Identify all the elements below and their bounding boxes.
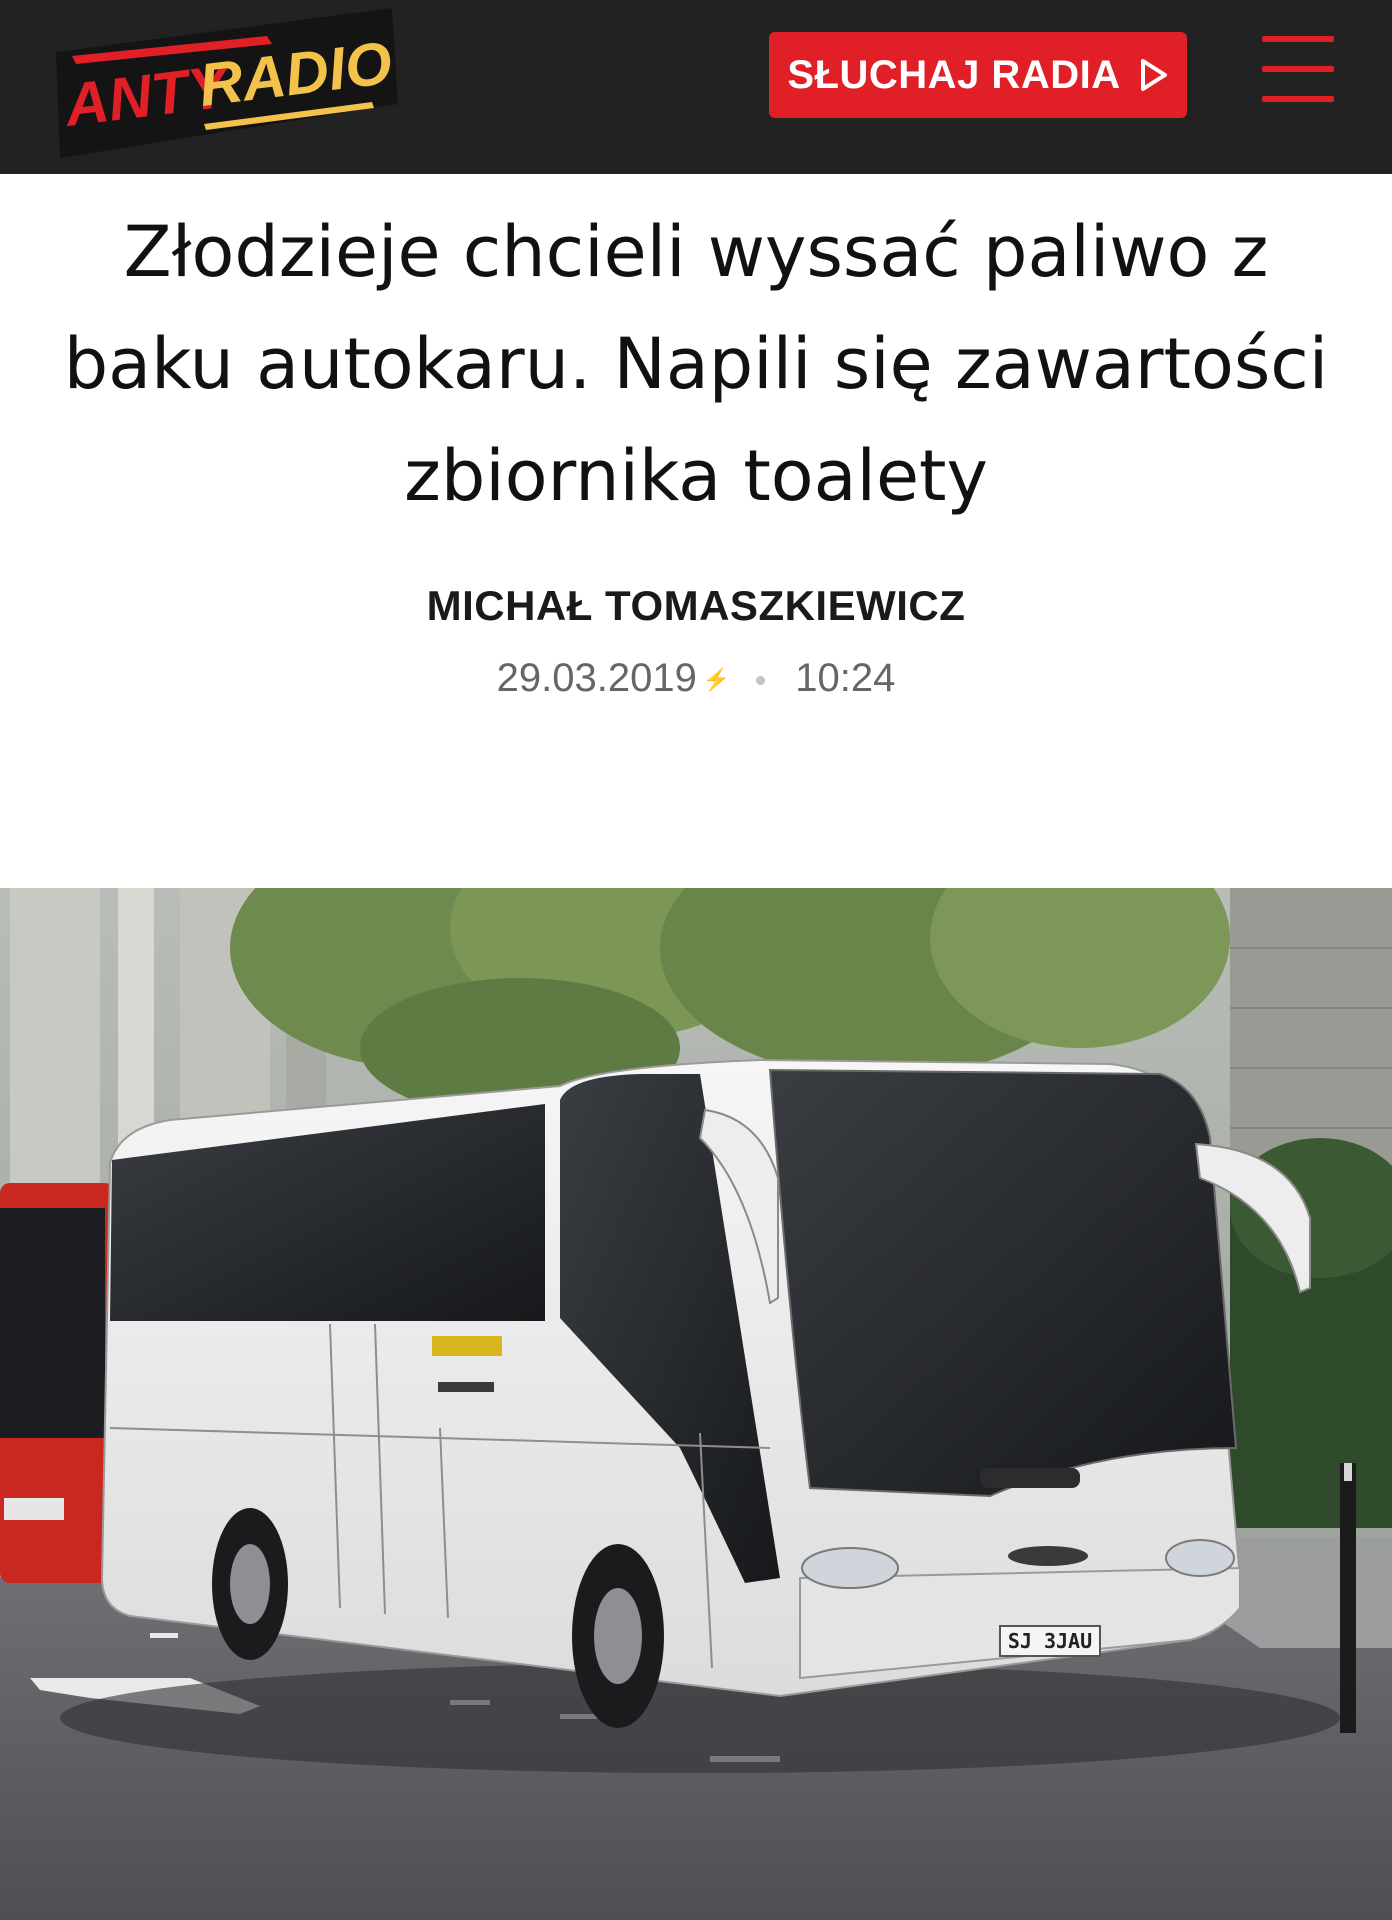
license-plate: SJ 3JAU [1008, 1629, 1092, 1653]
bus-photo: SJ 3JAU [0, 888, 1392, 1920]
article-title: Złodzieje chcieli wyssać paliwo z baku a… [63, 211, 1329, 517]
menu-line [1262, 66, 1334, 72]
antyradio-logo[interactable]: ANTY RADIO [52, 8, 402, 158]
play-icon [1140, 59, 1167, 91]
article-meta: 29.03.2019 ⚡ 10:24 [0, 656, 1392, 701]
lightning-icon: ⚡ [702, 667, 731, 693]
top-bar: ANTY RADIO SŁUCHAJ RADIA [0, 0, 1392, 174]
listen-radio-button[interactable]: SŁUCHAJ RADIA [769, 32, 1187, 118]
menu-line [1262, 36, 1334, 42]
separator-dot [756, 675, 766, 685]
hero-image: SJ 3JAU [0, 888, 1392, 1920]
menu-line [1262, 96, 1334, 102]
article-time: 10:24 [795, 656, 896, 700]
listen-radio-label: SŁUCHAJ RADIA [787, 52, 1121, 97]
hamburger-menu-icon[interactable] [1262, 34, 1336, 108]
article-author[interactable]: MICHAŁ TOMASZKIEWICZ [0, 582, 1392, 630]
article-date: 29.03.2019 [496, 656, 697, 700]
